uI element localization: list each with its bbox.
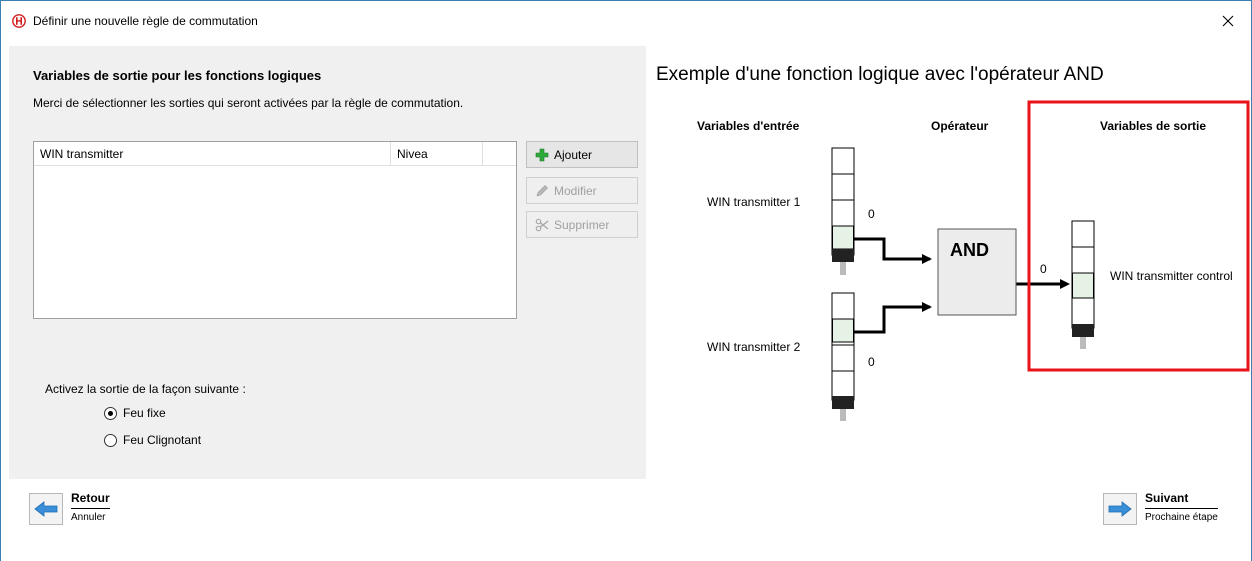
next-label: Suivant [1145, 491, 1218, 509]
radio-indicator[interactable] [104, 433, 117, 447]
section-heading: Variables de sortie pour les fonctions l… [33, 68, 322, 83]
column-header-transmitter[interactable]: WIN transmitter [34, 142, 391, 166]
radio-label: Feu Clignotant [123, 433, 202, 447]
example-panel: Exemple d'une fonction logique avec l'op… [646, 46, 1251, 479]
inputs-column-label: Variables d'entrée [697, 119, 800, 133]
radio-steady-light[interactable]: Feu fixe [104, 406, 166, 420]
delete-button-label: Supprimer [554, 217, 610, 232]
title-bar: Définir une nouvelle règle de commutatio… [1, 1, 1251, 41]
radio-indicator[interactable] [104, 406, 117, 420]
input-2-label: WIN transmitter 2 [707, 340, 801, 354]
input-1-label: WIN transmitter 1 [707, 195, 801, 209]
radio-blinking-light[interactable]: Feu Clignotant [104, 433, 201, 447]
next-button[interactable]: Suivant Prochaine étape [1103, 491, 1218, 525]
input-1-value: 0 [868, 207, 875, 221]
input-2-value: 0 [868, 355, 875, 369]
back-sublabel: Annuler [71, 512, 106, 523]
column-header-extra[interactable] [483, 142, 516, 166]
edit-button-label: Modifier [554, 183, 597, 198]
dialog-window: Définir une nouvelle règle de commutatio… [0, 0, 1252, 561]
signal-tower-1-icon [831, 147, 855, 275]
list-header: WIN transmitter Nivea [34, 142, 516, 166]
back-button[interactable]: Retour Annuler [29, 491, 110, 525]
back-label: Retour [71, 491, 110, 509]
column-header-level[interactable]: Nivea [391, 142, 483, 166]
add-button[interactable]: Ajouter [526, 141, 638, 168]
output-list[interactable]: WIN transmitter Nivea [33, 141, 517, 319]
operator-column-label: Opérateur [931, 119, 989, 133]
add-button-label: Ajouter [554, 147, 593, 162]
window-title: Définir une nouvelle règle de commutatio… [33, 14, 258, 28]
activation-mode-label: Activez la sortie de la façon suivante : [45, 382, 246, 396]
next-sublabel: Prochaine étape [1145, 512, 1218, 523]
signal-tower-2-icon [831, 292, 855, 421]
scissors-icon [535, 218, 549, 231]
arrow-left-icon [34, 501, 58, 517]
left-panel: Variables de sortie pour les fonctions l… [9, 46, 646, 479]
outputs-column-label: Variables de sortie [1100, 119, 1207, 133]
edit-button[interactable]: Modifier [526, 177, 638, 204]
logic-diagram [831, 100, 1250, 421]
plus-icon [535, 148, 549, 161]
output-label: WIN transmitter control [1110, 269, 1233, 283]
close-icon [1222, 15, 1234, 27]
operator-label: AND [950, 240, 989, 260]
back-arrow-box [29, 493, 63, 525]
app-logo-icon [12, 14, 26, 28]
output-highlight-frame [1027, 100, 1250, 372]
radio-label: Feu fixe [123, 406, 166, 420]
delete-button[interactable]: Supprimer [526, 211, 638, 238]
arrow-right-icon [1108, 501, 1132, 517]
signal-tower-output-icon [1071, 220, 1095, 349]
navigation-bar: Retour Annuler Suivant Prochaine étape [1, 479, 1251, 561]
close-button[interactable] [1205, 1, 1251, 41]
pencil-icon [536, 184, 548, 196]
section-description: Merci de sélectionner les sorties qui se… [33, 96, 464, 110]
output-value: 0 [1040, 262, 1047, 276]
next-arrow-box [1103, 493, 1137, 525]
